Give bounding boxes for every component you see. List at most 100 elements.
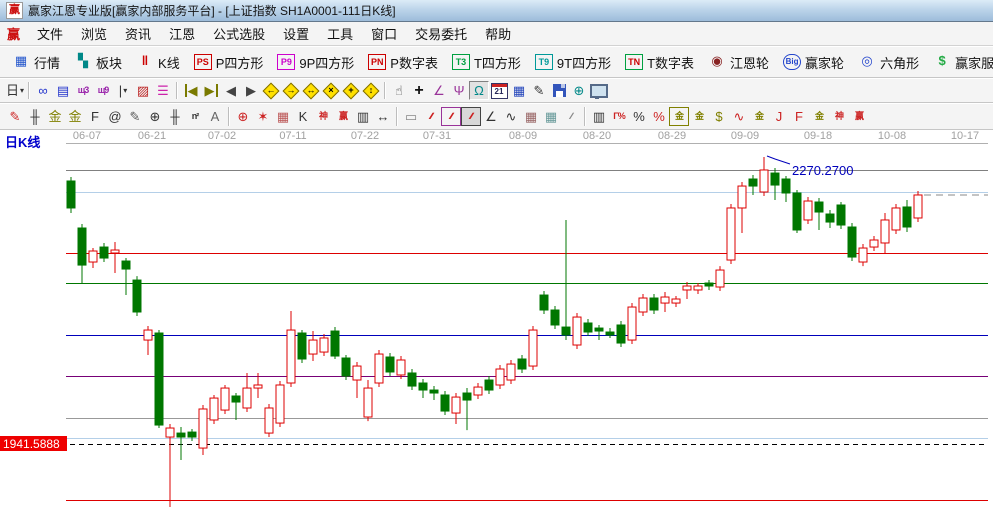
gann-fan-boxed-icon[interactable]: ∕∕∕: [441, 107, 461, 126]
gold-angle-icon[interactable]: 金: [809, 107, 829, 126]
menu-4[interactable]: 江恩: [160, 22, 204, 45]
chip-distribution-icon[interactable]: ☰: [153, 81, 173, 100]
menu-8[interactable]: 窗口: [362, 22, 406, 45]
menu-10[interactable]: 帮助: [476, 22, 520, 45]
gold-grid-alt-icon[interactable]: 金: [65, 107, 85, 126]
calculator-icon[interactable]: ▦: [509, 81, 529, 100]
zoom-all-icon[interactable]: +: [341, 81, 361, 100]
star-burst-icon[interactable]: ✶: [253, 107, 273, 126]
pan-hand-icon[interactable]: ☝: [389, 81, 409, 100]
fibonacci-grid-icon[interactable]: F: [85, 107, 105, 126]
candle: [870, 236, 878, 251]
gold-levels2-icon[interactable]: 金: [749, 107, 769, 126]
wave-box-icon[interactable]: ∿: [729, 107, 749, 126]
price-pencil-icon[interactable]: $: [709, 107, 729, 126]
j-angle-icon[interactable]: J: [769, 107, 789, 126]
zoom-left-icon[interactable]: ←: [261, 81, 281, 100]
draw-brush-icon[interactable]: ✎: [5, 107, 25, 126]
winner-wheel-button[interactable]: Big赢家轮: [776, 50, 851, 75]
price-grid-icon[interactable]: ▦: [521, 107, 541, 126]
n-square-icon[interactable]: n²: [185, 107, 205, 126]
menu-3[interactable]: 资讯: [116, 22, 160, 45]
angle-lines-icon[interactable]: ∠: [481, 107, 501, 126]
ying-mark-icon[interactable]: 赢: [849, 107, 869, 126]
9t-square-button[interactable]: T99T四方形: [528, 50, 618, 75]
bar-cycle-icon[interactable]: ╫: [165, 107, 185, 126]
winner-service-button[interactable]: $赢家服务: [926, 50, 993, 75]
percent-levels-icon[interactable]: %: [649, 107, 669, 126]
toolbar-separator: [396, 107, 398, 126]
sectors-button[interactable]: ▚板块: [67, 50, 129, 75]
save-icon[interactable]: [549, 81, 569, 100]
h-measure-icon[interactable]: ↔: [373, 107, 393, 126]
ying-grid-icon[interactable]: 赢: [333, 107, 353, 126]
prev-page-icon[interactable]: ◀: [221, 81, 241, 100]
zoom-horizontal-icon[interactable]: ↔: [301, 81, 321, 100]
square-spiral-icon[interactable]: ▦: [273, 107, 293, 126]
percent-line-icon[interactable]: Γ%: [609, 107, 629, 126]
zoom-vertical-icon[interactable]: ↕: [361, 81, 381, 100]
ruler-123-icon[interactable]: ▥: [353, 107, 373, 126]
wave-3-icon[interactable]: щ3: [73, 81, 93, 100]
volume-profile-icon[interactable]: ▥: [589, 107, 609, 126]
chip-box-icon[interactable]: ▨: [133, 81, 153, 100]
kline-chart[interactable]: 06-0706-2107-0207-1107-2207-3108-0908-20…: [0, 130, 993, 509]
last-page-icon[interactable]: ▶: [201, 81, 221, 100]
gann-tool-icon[interactable]: Ψ: [449, 81, 469, 100]
thin-candle-button[interactable]: |▾: [113, 81, 133, 100]
p-square-button[interactable]: PSP四方形: [187, 50, 271, 75]
shen-grid-icon[interactable]: 神: [313, 107, 333, 126]
menu-7[interactable]: 工具: [318, 22, 362, 45]
kline-mark-icon[interactable]: K: [293, 107, 313, 126]
quotes-button[interactable]: ▦行情: [5, 50, 67, 75]
menu-9[interactable]: 交易委托: [406, 22, 476, 45]
smart-analysis-icon[interactable]: Ω: [469, 81, 489, 100]
workstation-icon[interactable]: [589, 81, 609, 100]
info-note-icon[interactable]: ▤: [53, 81, 73, 100]
gold-circle-icon[interactable]: 金: [669, 107, 689, 126]
gann-wheel-button[interactable]: ◉江恩轮: [701, 50, 776, 75]
circle-cycle-icon[interactable]: ⊕: [145, 107, 165, 126]
parallel-lines-icon[interactable]: ∕∕: [561, 107, 581, 126]
kline-button[interactable]: ‖K线: [129, 50, 187, 75]
zoom-cross-icon[interactable]: ×: [321, 81, 341, 100]
wave-lines-icon[interactable]: ∿: [501, 107, 521, 126]
glyph: ▥: [593, 110, 605, 123]
menu-2[interactable]: 浏览: [72, 22, 116, 45]
percent-icon[interactable]: %: [629, 107, 649, 126]
crosshair-icon[interactable]: +: [409, 81, 429, 100]
toolbar-separator: [228, 107, 230, 126]
menu-1[interactable]: 文件: [28, 22, 72, 45]
target-circle-icon[interactable]: ⊕: [233, 107, 253, 126]
calendar-21-icon[interactable]: 21: [489, 81, 509, 100]
menu-6[interactable]: 设置: [274, 22, 318, 45]
gold-levels-icon[interactable]: 金: [689, 107, 709, 126]
first-page-icon[interactable]: ◀: [181, 81, 201, 100]
price-marker-label: 1941.5888: [3, 437, 60, 451]
p-number-table-button[interactable]: PNP数字表: [361, 50, 445, 75]
gann-fan-dark-icon[interactable]: ∕∕∕: [461, 107, 481, 126]
net-sync-icon[interactable]: ⊕: [569, 81, 589, 100]
hexagon-button[interactable]: ◎六角形: [851, 50, 926, 75]
zoom-right-icon[interactable]: →: [281, 81, 301, 100]
draw-cycle-icon[interactable]: ✎: [125, 107, 145, 126]
t-number-table-button[interactable]: TNT数字表: [618, 50, 701, 75]
9p-square-button[interactable]: P99P四方形: [270, 50, 361, 75]
menu-5[interactable]: 公式选股: [204, 22, 274, 45]
price-grid-arrow-icon[interactable]: ▦: [541, 107, 561, 126]
angle-ruler-icon[interactable]: A: [205, 107, 225, 126]
chanlun-icon[interactable]: ∞: [33, 81, 53, 100]
rect-frame-icon[interactable]: ▭: [401, 107, 421, 126]
memo-edit-icon[interactable]: ✎: [529, 81, 549, 100]
wave-9-icon[interactable]: щ9: [93, 81, 113, 100]
next-page-icon[interactable]: ▶: [241, 81, 261, 100]
period-day-button[interactable]: 日▾: [5, 81, 25, 100]
spiral-icon[interactable]: @: [105, 107, 125, 126]
gann-fan-icon[interactable]: ∕∕∕: [421, 107, 441, 126]
time-grid-icon[interactable]: ╫: [25, 107, 45, 126]
angle-measure-icon[interactable]: ∠: [429, 81, 449, 100]
f-angle-icon[interactable]: F: [789, 107, 809, 126]
gold-grid-icon[interactable]: 金: [45, 107, 65, 126]
t-square-button[interactable]: T3T四方形: [445, 50, 528, 75]
shen-angle-icon[interactable]: 神: [829, 107, 849, 126]
